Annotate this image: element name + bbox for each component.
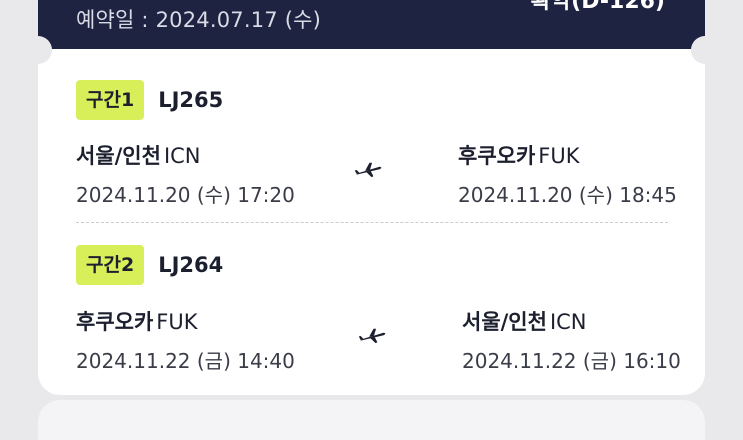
departure-city: 후쿠오카 FUK — [76, 306, 198, 336]
departure-datetime: 2024.11.20 (수) 17:20 — [76, 183, 295, 207]
departure-city: 서울/인천 ICN — [76, 140, 201, 170]
ticket-notch-left — [24, 36, 52, 64]
arrival-datetime: 2024.11.22 (금) 16:10 — [462, 349, 681, 373]
booking-status: 확약(D-126) — [530, 0, 665, 14]
city-name: 서울/인천 — [76, 144, 161, 168]
city-name: 후쿠오카 — [76, 310, 154, 334]
reservation-date: 예약일 : 2024.07.17 (수) — [76, 8, 322, 32]
city-name: 후쿠오카 — [458, 144, 536, 168]
airplane-icon — [358, 328, 386, 344]
departure-datetime: 2024.11.22 (금) 14:40 — [76, 349, 295, 373]
booking-header: 예약일 : 2024.07.17 (수) 확약(D-126) — [38, 0, 705, 49]
segment-2-header: 구간2 LJ264 — [76, 245, 223, 285]
flight-number: LJ264 — [158, 253, 224, 277]
segment-divider — [76, 222, 668, 223]
airport-code: ICN — [549, 310, 587, 334]
ticket-notch-right — [691, 36, 719, 64]
airport-code: FUK — [156, 310, 198, 334]
airport-code: FUK — [538, 144, 580, 168]
next-card-edge — [38, 400, 705, 440]
arrival-city: 후쿠오카 FUK — [458, 140, 580, 170]
itinerary-card[interactable]: 구간1 LJ265 서울/인천 ICN 2024.11.20 (수) 17:20 … — [38, 49, 705, 395]
airplane-icon — [354, 162, 382, 178]
arrival-city: 서울/인천 ICN — [462, 306, 587, 336]
segment-1-header: 구간1 LJ265 — [76, 80, 223, 120]
segment-badge: 구간2 — [76, 245, 145, 285]
airport-code: ICN — [163, 144, 201, 168]
segment-badge: 구간1 — [76, 80, 145, 120]
flight-number: LJ265 — [158, 88, 224, 112]
city-name: 서울/인천 — [462, 310, 547, 334]
arrival-datetime: 2024.11.20 (수) 18:45 — [458, 183, 677, 207]
